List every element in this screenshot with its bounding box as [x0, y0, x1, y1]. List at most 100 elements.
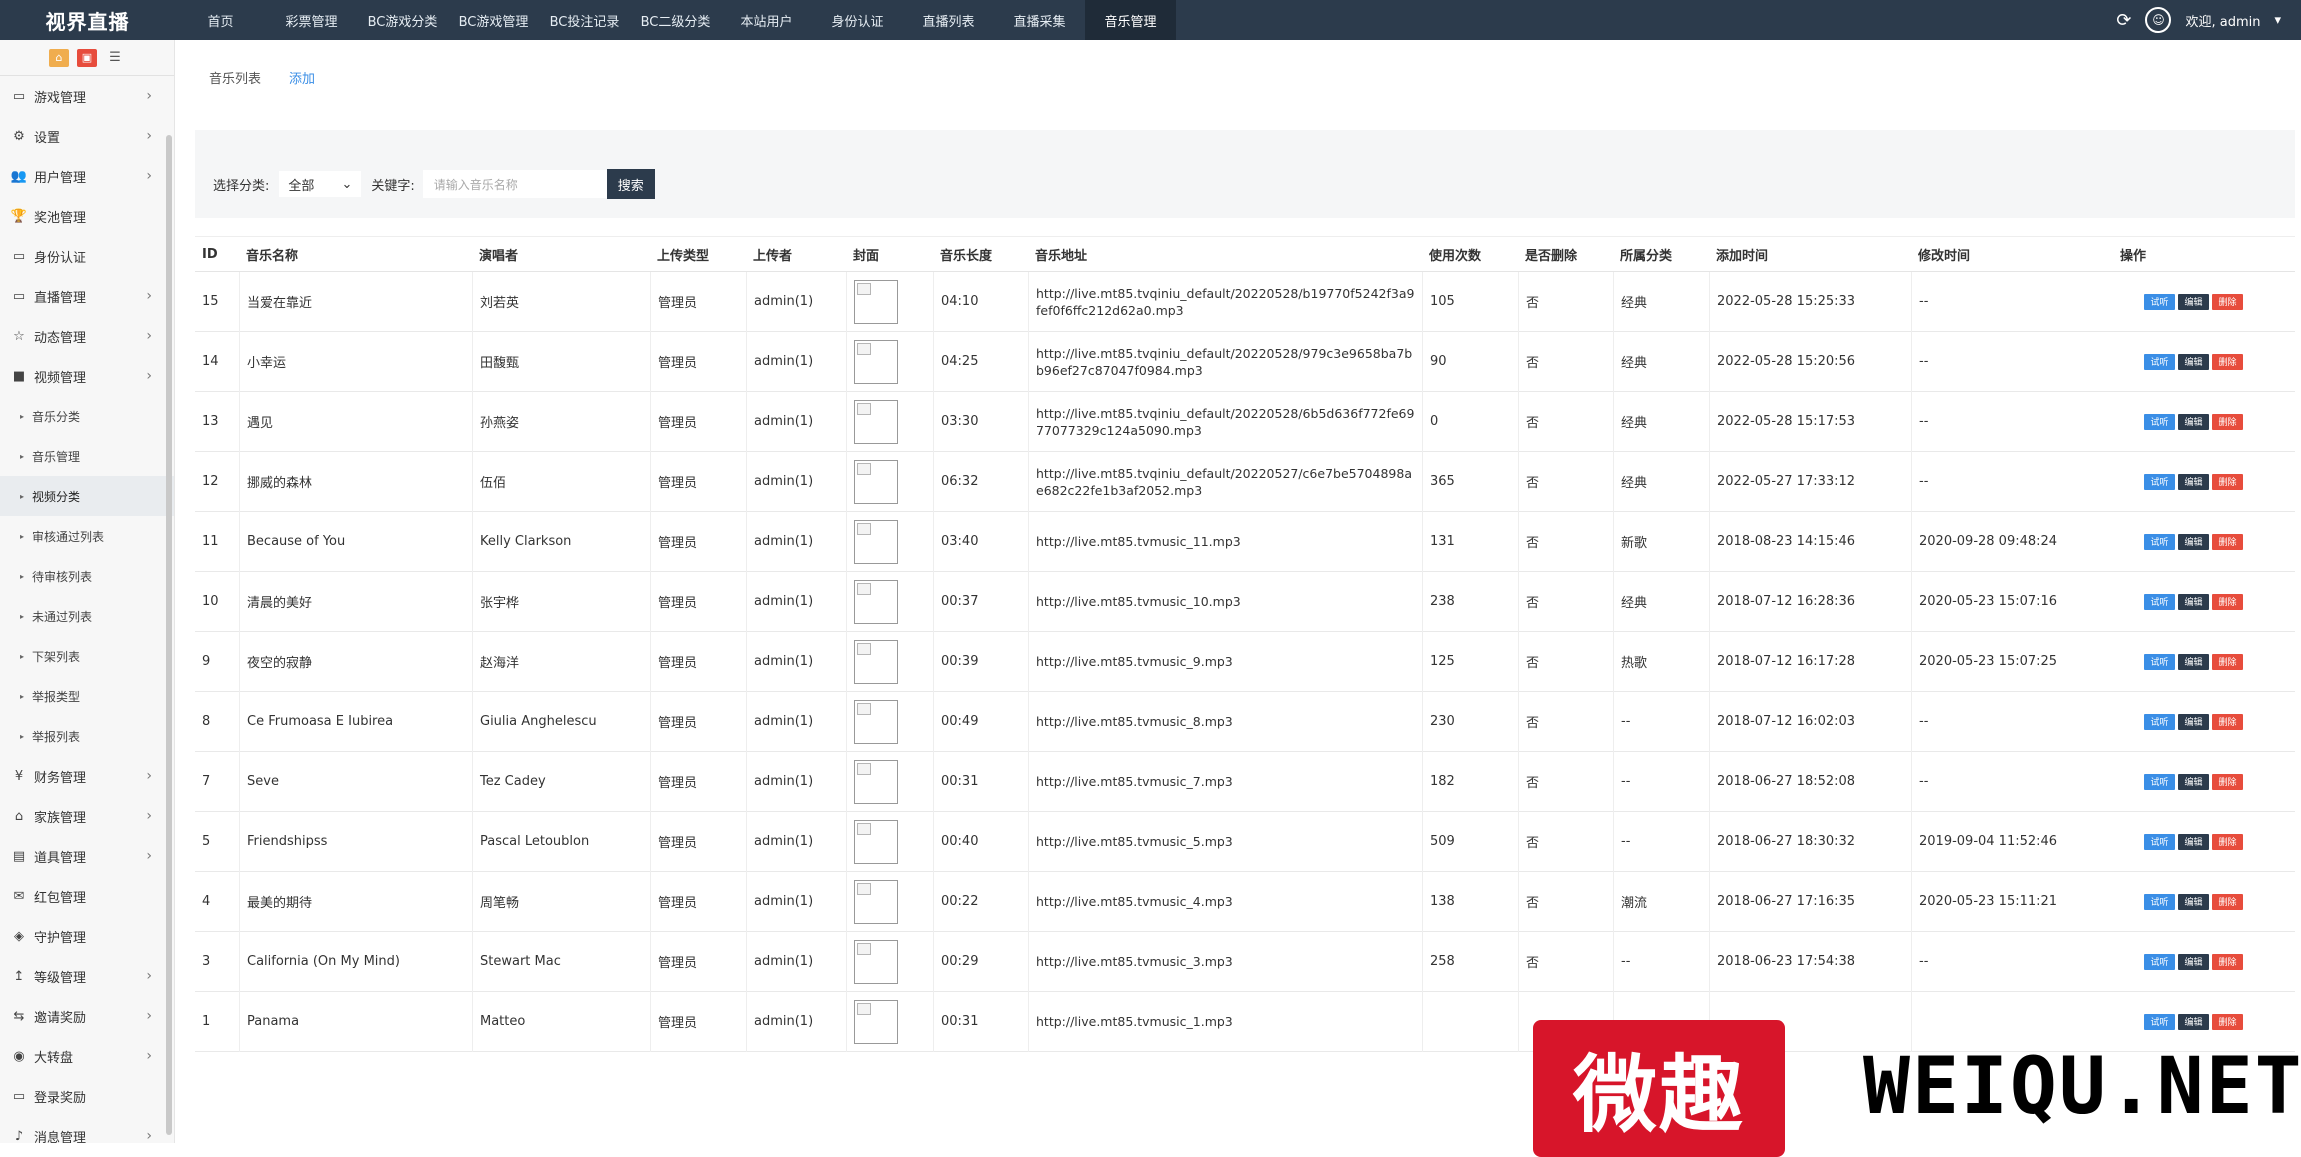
- topnav-item[interactable]: 首页: [175, 0, 266, 40]
- edit-button[interactable]: 编辑: [2178, 473, 2209, 490]
- edit-button[interactable]: 编辑: [2178, 953, 2209, 970]
- topnav-item[interactable]: 音乐管理: [1085, 0, 1176, 40]
- sidebar-item[interactable]: ■ 视频管理 ›: [0, 356, 174, 396]
- delete-button[interactable]: 删除: [2212, 1013, 2243, 1030]
- play-button[interactable]: 试听: [2144, 533, 2175, 550]
- sidebar-item[interactable]: ⌂ 家族管理 ›: [0, 796, 174, 836]
- category-select[interactable]: 全部 ⌄: [279, 171, 362, 197]
- topnav-item[interactable]: 彩票管理: [266, 0, 357, 40]
- topnav-item[interactable]: 身份认证: [812, 0, 903, 40]
- edit-button[interactable]: 编辑: [2178, 833, 2209, 850]
- topnav-item[interactable]: 本站用户: [721, 0, 812, 40]
- trash-icon[interactable]: ▣: [77, 48, 97, 67]
- delete-button[interactable]: 删除: [2212, 533, 2243, 550]
- cell-length: 00:31: [933, 991, 1028, 1052]
- delete-button[interactable]: 删除: [2212, 833, 2243, 850]
- caret-down-icon[interactable]: ▾: [2274, 13, 2281, 28]
- delete-button[interactable]: 删除: [2212, 473, 2243, 490]
- delete-button[interactable]: 删除: [2212, 653, 2243, 670]
- sidebar-item[interactable]: ◈ 守护管理: [0, 916, 174, 956]
- play-button[interactable]: 试听: [2144, 353, 2175, 370]
- edit-button[interactable]: 编辑: [2178, 773, 2209, 790]
- edit-button[interactable]: 编辑: [2178, 293, 2209, 310]
- edit-button[interactable]: 编辑: [2178, 1013, 2209, 1030]
- sidebar-item[interactable]: ▭ 游戏管理 ›: [0, 76, 174, 116]
- refresh-icon[interactable]: ⟳: [2116, 10, 2131, 31]
- avatar[interactable]: ☺: [2145, 7, 2172, 33]
- sidebar-item[interactable]: ↥ 等级管理 ›: [0, 956, 174, 996]
- list-icon[interactable]: ☰: [105, 49, 125, 67]
- cell-id: 10: [202, 594, 219, 609]
- sidebar-subitem[interactable]: ▸ 音乐分类: [0, 396, 174, 436]
- edit-button[interactable]: 编辑: [2178, 353, 2209, 370]
- tab-add[interactable]: 添加: [289, 68, 315, 87]
- topnav-item[interactable]: BC投注记录: [539, 0, 630, 40]
- sidebar-item[interactable]: ♪ 消息管理 ›: [0, 1116, 174, 1143]
- edit-button[interactable]: 编辑: [2178, 713, 2209, 730]
- brand-logo[interactable]: 视界直播: [0, 6, 175, 35]
- edit-button[interactable]: 编辑: [2178, 593, 2209, 610]
- sidebar-item[interactable]: ▭ 登录奖励: [0, 1076, 174, 1116]
- cover-cell: [846, 571, 933, 632]
- home-icon[interactable]: ⌂: [49, 48, 69, 67]
- content-tabs: 音乐列表 添加: [209, 68, 315, 87]
- sidebar-subitem[interactable]: ▸ 未通过列表: [0, 596, 174, 636]
- sidebar-item[interactable]: ☆ 动态管理 ›: [0, 316, 174, 356]
- broken-image-icon: [854, 639, 898, 684]
- edit-button[interactable]: 编辑: [2178, 653, 2209, 670]
- delete-button[interactable]: 删除: [2212, 893, 2243, 910]
- cell-modified: 2020-05-23 15:07:16: [1911, 571, 2113, 632]
- broken-image-icon: [854, 759, 898, 804]
- edit-button[interactable]: 编辑: [2178, 893, 2209, 910]
- monitor-icon: ▭: [12, 288, 26, 304]
- play-button[interactable]: 试听: [2144, 293, 2175, 310]
- play-button[interactable]: 试听: [2144, 713, 2175, 730]
- delete-button[interactable]: 删除: [2212, 773, 2243, 790]
- topnav-item[interactable]: BC二级分类: [630, 0, 721, 40]
- play-button[interactable]: 试听: [2144, 1013, 2175, 1030]
- topnav-item[interactable]: BC游戏分类: [357, 0, 448, 40]
- keyword-input[interactable]: 请输入音乐名称: [422, 170, 607, 198]
- sidebar-item[interactable]: 🏆 奖池管理: [0, 196, 174, 236]
- play-button[interactable]: 试听: [2144, 893, 2175, 910]
- sidebar-item[interactable]: ▭ 身份认证: [0, 236, 174, 276]
- sidebar-subitem[interactable]: ▸ 审核通过列表: [0, 516, 174, 556]
- sidebar-subitem[interactable]: ▸ 举报类型: [0, 676, 174, 716]
- delete-button[interactable]: 删除: [2212, 293, 2243, 310]
- sidebar-item[interactable]: ▤ 道具管理 ›: [0, 836, 174, 876]
- cell-uses: 230: [1422, 691, 1518, 752]
- topnav-item[interactable]: BC游戏管理: [448, 0, 539, 40]
- welcome-user[interactable]: 欢迎, admin: [2185, 11, 2260, 30]
- sidebar-item[interactable]: ✉ 红包管理: [0, 876, 174, 916]
- play-button[interactable]: 试听: [2144, 593, 2175, 610]
- sidebar-subitem[interactable]: ▸ 举报列表: [0, 716, 174, 756]
- delete-button[interactable]: 删除: [2212, 413, 2243, 430]
- play-button[interactable]: 试听: [2144, 773, 2175, 790]
- sidebar-item[interactable]: ⚙ 设置 ›: [0, 116, 174, 156]
- play-button[interactable]: 试听: [2144, 833, 2175, 850]
- play-button[interactable]: 试听: [2144, 953, 2175, 970]
- delete-button[interactable]: 删除: [2212, 353, 2243, 370]
- edit-button[interactable]: 编辑: [2178, 413, 2209, 430]
- sidebar-subitem[interactable]: ▸ 音乐管理: [0, 436, 174, 476]
- play-button[interactable]: 试听: [2144, 413, 2175, 430]
- play-button[interactable]: 试听: [2144, 473, 2175, 490]
- edit-button[interactable]: 编辑: [2178, 533, 2209, 550]
- sidebar-item[interactable]: ▭ 直播管理 ›: [0, 276, 174, 316]
- sidebar-item[interactable]: ◉ 大转盘 ›: [0, 1036, 174, 1076]
- delete-button[interactable]: 删除: [2212, 713, 2243, 730]
- sidebar-subitem[interactable]: ▸ 下架列表: [0, 636, 174, 676]
- topnav-item[interactable]: 直播列表: [903, 0, 994, 40]
- tab-music-list[interactable]: 音乐列表: [209, 68, 261, 87]
- sidebar-scrollbar[interactable]: [166, 135, 172, 1135]
- topnav-item[interactable]: 直播采集: [994, 0, 1085, 40]
- sidebar-item[interactable]: ⇆ 邀请奖励 ›: [0, 996, 174, 1036]
- delete-button[interactable]: 删除: [2212, 593, 2243, 610]
- search-button[interactable]: 搜索: [606, 169, 655, 199]
- delete-button[interactable]: 删除: [2212, 953, 2243, 970]
- sidebar-item[interactable]: ¥ 财务管理 ›: [0, 756, 174, 796]
- play-button[interactable]: 试听: [2144, 653, 2175, 670]
- sidebar-subitem[interactable]: ▸ 待审核列表: [0, 556, 174, 596]
- sidebar-subitem[interactable]: ▸ 视频分类: [0, 476, 174, 516]
- sidebar-item[interactable]: 👥 用户管理 ›: [0, 156, 174, 196]
